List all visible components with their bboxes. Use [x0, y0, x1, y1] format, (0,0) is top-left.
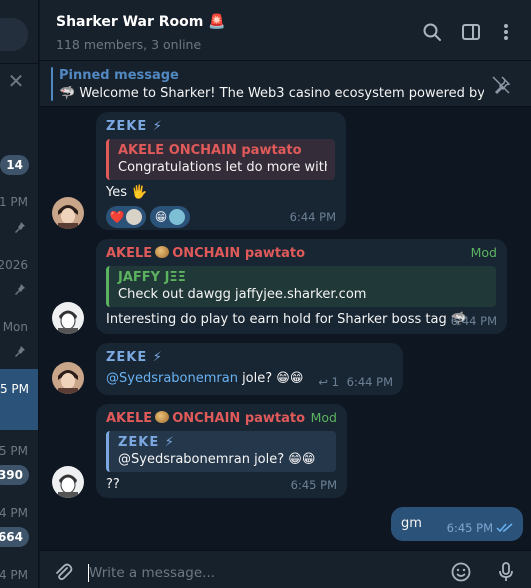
reply-preview[interactable]: ZEKE ⚡ @Syedsrabonemran jole? 😁😁 [106, 431, 336, 472]
search-icon[interactable] [422, 22, 442, 42]
reply-preview[interactable]: JAFFY JΞΞ Check out dawgg jaffyjee.shark… [106, 266, 496, 307]
unread-badge: 390 [0, 465, 29, 485]
sidebar-toggle-icon[interactable] [461, 22, 481, 42]
reaction-heart[interactable]: ❤️ [106, 206, 146, 228]
message-sender[interactable]: AKELE ONCHAIN pawtato [106, 410, 337, 428]
message-time: 6:45 PM [290, 478, 337, 492]
message-bubble-outgoing[interactable]: gm 6:45 PM [391, 507, 523, 541]
reply-sender: ZEKE ⚡ [118, 435, 175, 450]
read-checkmarks-icon [496, 523, 513, 533]
message-time: 6:44 PM [346, 375, 393, 389]
more-vertical-icon[interactable] [496, 22, 516, 42]
chat-title[interactable]: Sharker War Room 🚨 [56, 14, 226, 30]
reply-sender: JAFFY JΞΞ [118, 270, 186, 285]
reaction-grin[interactable]: 😁 [150, 206, 190, 228]
reply-text: Check out dawgg jaffyjee.sharker.com [118, 287, 367, 302]
message-input[interactable]: Write a message... [89, 565, 215, 581]
reply-preview[interactable]: AKELE ONCHAIN pawtato Congratulations le… [106, 139, 335, 180]
message-sender[interactable]: ZEKE ⚡ [106, 349, 393, 367]
chat-list-time: /2026 [0, 258, 28, 272]
emoji-icon[interactable] [450, 561, 472, 583]
chat-member-count: 118 members, 3 online [56, 37, 202, 52]
message-bubble[interactable]: AKELE ONCHAIN pawtato Mod ZEKE ⚡ @Syedsra… [96, 404, 347, 498]
message-bubble[interactable]: AKELE ONCHAIN pawtato Mod JAFFY JΞΞ Check… [96, 239, 507, 334]
unread-badge: 1664 [0, 527, 29, 547]
mod-badge: Mod [310, 410, 337, 425]
divider [0, 63, 38, 64]
reply-text: @Syedsrabonemran jole? 😁😁 [118, 452, 316, 467]
message-list[interactable]: ZEKE ⚡ AKELE ONCHAIN pawtato Congratulat… [40, 107, 531, 550]
reply-sender: AKELE ONCHAIN pawtato [118, 143, 302, 158]
avatar [126, 209, 143, 225]
pinned-message-bar[interactable]: Pinned message 🦈 Welcome to Sharker! The… [40, 61, 531, 107]
pin-icon [15, 346, 25, 357]
heart-icon: ❤️ [109, 210, 125, 224]
coin-icon [155, 246, 170, 258]
message-composer: Write a message... [40, 550, 531, 588]
unread-badge: 14 [0, 155, 29, 175]
chat-list-time: 5 PM [0, 444, 28, 458]
unpin-icon[interactable] [491, 75, 511, 95]
message-sender[interactable]: AKELE ONCHAIN pawtato [106, 245, 497, 263]
reply-text: Congratulations let do more with ... [118, 160, 327, 175]
chat-list-time: Mon [2, 320, 28, 334]
message-time: 6:45 PM [446, 521, 493, 535]
chat-list-time: 4 PM [0, 568, 28, 582]
message-bubble[interactable]: ZEKE ⚡ @Syedsrabonemran jole? 😁😁 ↩ 1 6:4… [96, 343, 403, 395]
grin-icon: 😁 [154, 210, 168, 224]
pin-icon [15, 284, 25, 295]
chat-list-time: 4 PM [0, 506, 28, 520]
pinned-indicator [51, 67, 53, 101]
mod-badge: Mod [470, 245, 497, 260]
coin-icon [155, 411, 170, 423]
reply-arrow-icon: ↩ [318, 375, 332, 389]
reply-count[interactable]: ↩ 1 [318, 375, 339, 389]
avatar[interactable] [52, 362, 84, 394]
pinned-text: 🦈 Welcome to Sharker! The Web3 casino ec… [59, 86, 484, 101]
search-input[interactable] [0, 18, 28, 51]
mention-link[interactable]: @Syedsrabonemran [106, 371, 238, 386]
avatar[interactable] [52, 466, 84, 498]
message-time: 6:44 PM [289, 210, 336, 224]
chat-list-item-active[interactable]: 5 PM [0, 369, 38, 430]
avatar[interactable] [52, 197, 84, 229]
chat-list-time: 1 PM [0, 195, 28, 209]
close-icon[interactable]: ✕ [6, 70, 26, 92]
microphone-icon[interactable] [495, 561, 517, 583]
chat-list-time: 5 PM [0, 382, 29, 396]
message-bubble[interactable]: ZEKE ⚡ AKELE ONCHAIN pawtato Congratulat… [96, 112, 346, 230]
pinned-label: Pinned message [59, 68, 179, 83]
chat-list-sidebar: ✕ 14 1 PM /2026 Mon 5 PM 5 PM 390 4 PM 1… [0, 0, 39, 588]
message-sender[interactable]: ZEKE ⚡ [106, 118, 336, 136]
pin-icon [15, 222, 25, 233]
avatar [169, 209, 186, 225]
chat-header[interactable]: Sharker War Room 🚨 118 members, 3 online [40, 0, 531, 61]
message-text: Yes 🖐 [106, 185, 148, 200]
message-time: 6:44 PM [450, 314, 497, 328]
avatar[interactable] [52, 302, 84, 334]
message-text: Interesting do play to earn hold for Sha… [106, 312, 468, 327]
attach-icon[interactable] [52, 561, 74, 583]
